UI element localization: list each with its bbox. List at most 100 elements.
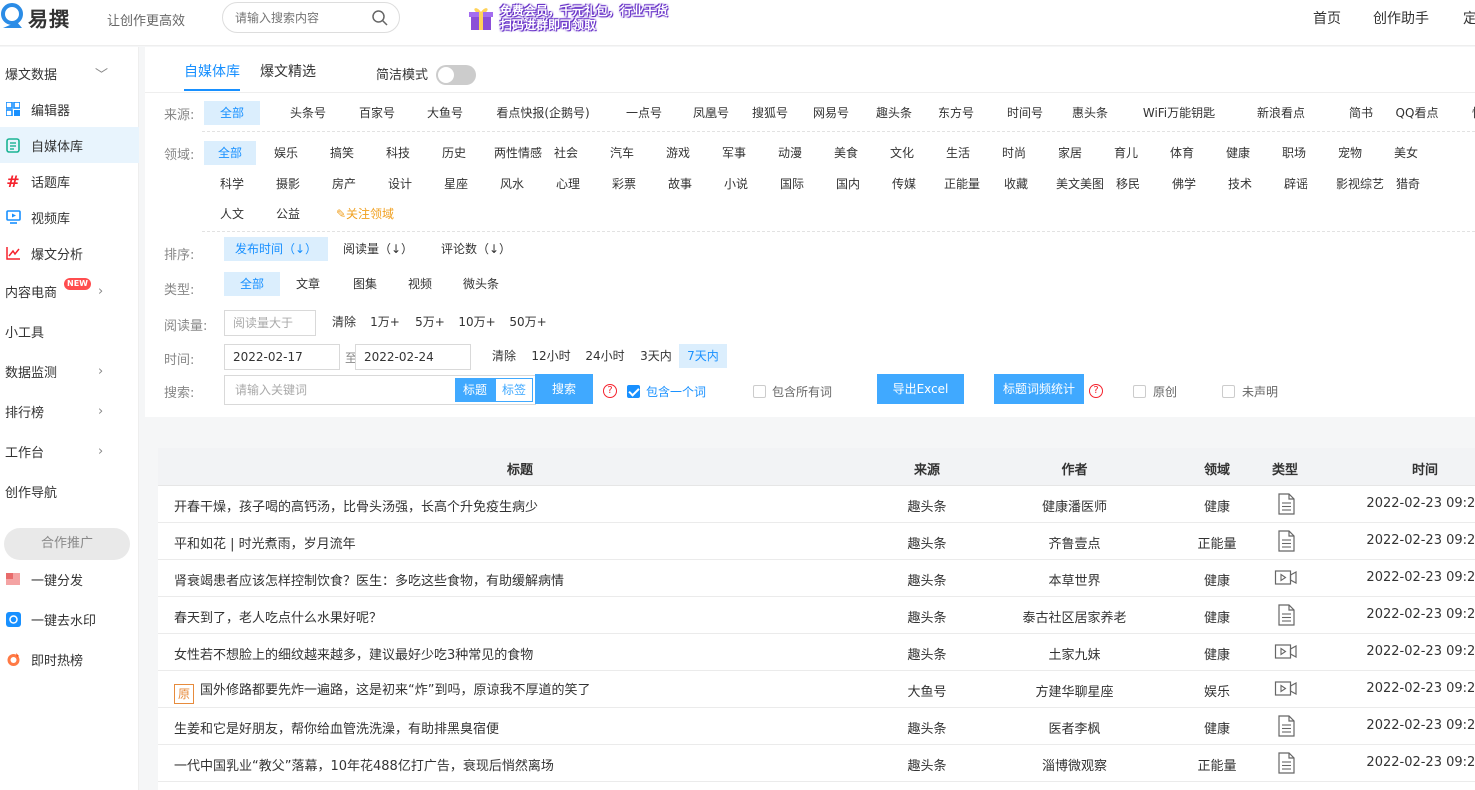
time-3d[interactable]: 3天内 <box>635 344 677 368</box>
domain-chip[interactable]: 家居 <box>1044 141 1096 165</box>
row-author[interactable]: 淄博微观察 <box>1002 755 1147 774</box>
sidebar-item-ecommerce[interactable]: 内容电商 NEW › <box>0 273 139 309</box>
source-chip[interactable]: 百家号 <box>345 101 409 125</box>
domain-chip[interactable]: 正能量 <box>934 172 990 196</box>
reads-500k[interactable]: 50万+ <box>507 310 549 334</box>
domain-chip[interactable]: 社会 <box>540 141 592 165</box>
reads-100k[interactable]: 10万+ <box>456 310 498 334</box>
domain-chip[interactable]: 全部 <box>204 141 256 165</box>
cooperation-promo-button[interactable]: 合作推广 <box>4 528 130 560</box>
row-author[interactable]: 泰古社区居家养老 <box>1002 607 1147 626</box>
table-row[interactable]: 平和如花 | 时光煮雨，岁月流年 趣头条 齐鲁壹点 正能量 2022-02-23 09:… <box>158 523 1475 560</box>
nav-more[interactable]: 定 <box>1463 8 1475 28</box>
table-row[interactable]: 女性若不想脸上的细纹越来越多，建议最好少吃3种常见的食物 趣头条 土家九妹 健康 202… <box>158 634 1475 671</box>
domain-chip[interactable]: 搞笑 <box>316 141 368 165</box>
source-chip[interactable]: 搜狐号 <box>740 101 800 125</box>
source-chip[interactable]: 头条号 <box>276 101 340 125</box>
domain-chip[interactable]: 汽车 <box>596 141 648 165</box>
sidebar-item-media-library[interactable]: 自媒体库 <box>0 127 139 163</box>
source-chip[interactable]: 惠头条 <box>1060 101 1120 125</box>
row-title[interactable]: 开春干燥，孩子喝的高钙汤，比骨头汤强，长高个升免疫生病少 <box>174 496 538 515</box>
sort-comments[interactable]: 评论数（↓） <box>436 237 516 261</box>
search-button[interactable]: 搜索 <box>535 374 593 404</box>
domain-chip[interactable]: 娱乐 <box>260 141 312 165</box>
domain-chip[interactable]: 时尚 <box>988 141 1040 165</box>
sidebar-item-rankings[interactable]: 排行榜 › <box>0 393 139 429</box>
type-video[interactable]: 视频 <box>396 272 444 296</box>
domain-chip[interactable]: 传媒 <box>878 172 930 196</box>
sort-publish-time[interactable]: 发布时间（↓） <box>224 237 328 261</box>
include-all-checkbox[interactable] <box>753 385 766 398</box>
domain-chip[interactable]: 育儿 <box>1100 141 1152 165</box>
export-excel-button[interactable]: 导出Excel <box>877 374 964 404</box>
sidebar-item-analysis[interactable]: 爆文分析 <box>0 235 139 271</box>
source-chip[interactable]: 时间号 <box>995 101 1055 125</box>
table-row[interactable]: 春天到了，老人吃点什么水果好呢？ 趣头条 泰古社区居家养老 健康 2022-02-23 … <box>158 597 1475 634</box>
table-row[interactable]: 肾衰竭患者应该怎样控制饮食？医生：多吃这些食物，有助缓解病情 趣头条 本草世界 健康 2… <box>158 560 1475 597</box>
follow-domain-button[interactable]: ✎关注领域 <box>330 202 400 226</box>
original-checkbox[interactable] <box>1133 385 1146 398</box>
logo[interactable]: 易撰 <box>0 2 70 32</box>
row-author[interactable]: 土家九妹 <box>1002 644 1147 663</box>
help-icon[interactable]: ? <box>1089 384 1103 398</box>
top-search-input[interactable] <box>235 3 375 32</box>
row-author[interactable]: 方建华聊星座 <box>1002 681 1147 700</box>
row-author[interactable]: 本草世界 <box>1002 570 1147 589</box>
domain-chip[interactable]: 动漫 <box>764 141 816 165</box>
sidebar-item-tools[interactable]: 小工具 <box>0 313 139 349</box>
domain-chip[interactable]: 科学 <box>206 172 258 196</box>
sidebar-item-creation-nav[interactable]: 创作导航 <box>0 473 139 509</box>
row-source[interactable]: 趣头条 <box>882 718 972 737</box>
domain-chip[interactable]: 摄影 <box>262 172 314 196</box>
sidebar-item-videos[interactable]: 视频库 <box>0 199 139 235</box>
row-title[interactable]: 一代中国乳业“教父”落幕，10年花488亿打广告，衰现后悄然离场 <box>174 755 554 774</box>
type-article[interactable]: 文章 <box>284 272 332 296</box>
source-chip[interactable]: 看点快报(企鹅号) <box>481 101 605 125</box>
domain-chip[interactable]: 国际 <box>766 172 818 196</box>
time-12h[interactable]: 12小时 <box>528 344 574 368</box>
nav-creation-assistant[interactable]: 创作助手 <box>1373 8 1429 28</box>
domain-chip[interactable]: 游戏 <box>652 141 704 165</box>
row-author[interactable]: 齐鲁壹点 <box>1002 533 1147 552</box>
time-clear[interactable]: 清除 <box>486 344 522 368</box>
domain-chip[interactable]: 辟谣 <box>1270 172 1322 196</box>
source-chip[interactable]: 网易号 <box>800 101 862 125</box>
domain-chip[interactable]: 收藏 <box>990 172 1042 196</box>
domain-chip[interactable]: 科技 <box>372 141 424 165</box>
domain-chip[interactable]: 美食 <box>820 141 872 165</box>
sort-reads[interactable]: 阅读量（↓） <box>338 237 418 261</box>
date-to-input[interactable]: 2022-02-24 00:00 <box>355 344 471 388</box>
domain-chip[interactable]: 技术 <box>1214 172 1266 196</box>
domain-chip[interactable]: 职场 <box>1268 141 1320 165</box>
source-chip[interactable]: 东方号 <box>926 101 986 125</box>
reads-50k[interactable]: 5万+ <box>412 310 448 334</box>
table-row[interactable]: 开春干燥，孩子喝的高钙汤，比骨头汤强，长高个升免疫生病少 趣头条 健康潘医师 健康 20… <box>158 486 1475 523</box>
sidebar-item-topics[interactable]: # 话题库 <box>0 163 139 199</box>
sidebar-item-distribute[interactable]: 一键分发 <box>0 561 139 597</box>
domain-chip[interactable]: 军事 <box>708 141 760 165</box>
source-chip[interactable]: 快 <box>1463 101 1475 125</box>
domain-chip[interactable]: 故事 <box>654 172 706 196</box>
search-mode-tag[interactable]: 标签 <box>495 378 533 402</box>
row-source[interactable]: 大鱼号 <box>882 681 972 700</box>
help-icon[interactable]: ? <box>603 384 617 398</box>
row-title[interactable]: 平和如花 | 时光煮雨，岁月流年 <box>174 533 356 552</box>
row-title[interactable]: 肾衰竭患者应该怎样控制饮食？医生：多吃这些食物，有助缓解病情 <box>174 570 564 589</box>
sidebar-item-editor[interactable]: 编辑器 <box>0 91 139 127</box>
date-from-input[interactable]: 2022-02-17 00:00 <box>224 344 340 388</box>
source-chip[interactable]: 新浪看点 <box>1244 101 1318 125</box>
reads-clear[interactable]: 清除 <box>326 310 362 334</box>
source-chip[interactable]: WiFi万能钥匙 <box>1125 101 1233 125</box>
row-source[interactable]: 趣头条 <box>882 607 972 626</box>
domain-chip[interactable]: 房产 <box>318 172 370 196</box>
time-7d[interactable]: 7天内 <box>679 344 727 368</box>
domain-chip[interactable]: 小说 <box>710 172 762 196</box>
domain-chip[interactable]: 健康 <box>1212 141 1264 165</box>
domain-chip[interactable]: 公益 <box>262 202 314 226</box>
type-all[interactable]: 全部 <box>224 272 280 296</box>
domain-chip[interactable]: 移民 <box>1102 172 1154 196</box>
source-chip[interactable]: 简书 <box>1334 101 1388 125</box>
title-stats-button[interactable]: 标题词频统计 <box>994 374 1084 404</box>
row-source[interactable]: 趣头条 <box>882 644 972 663</box>
source-chip[interactable]: 全部 <box>204 101 260 125</box>
